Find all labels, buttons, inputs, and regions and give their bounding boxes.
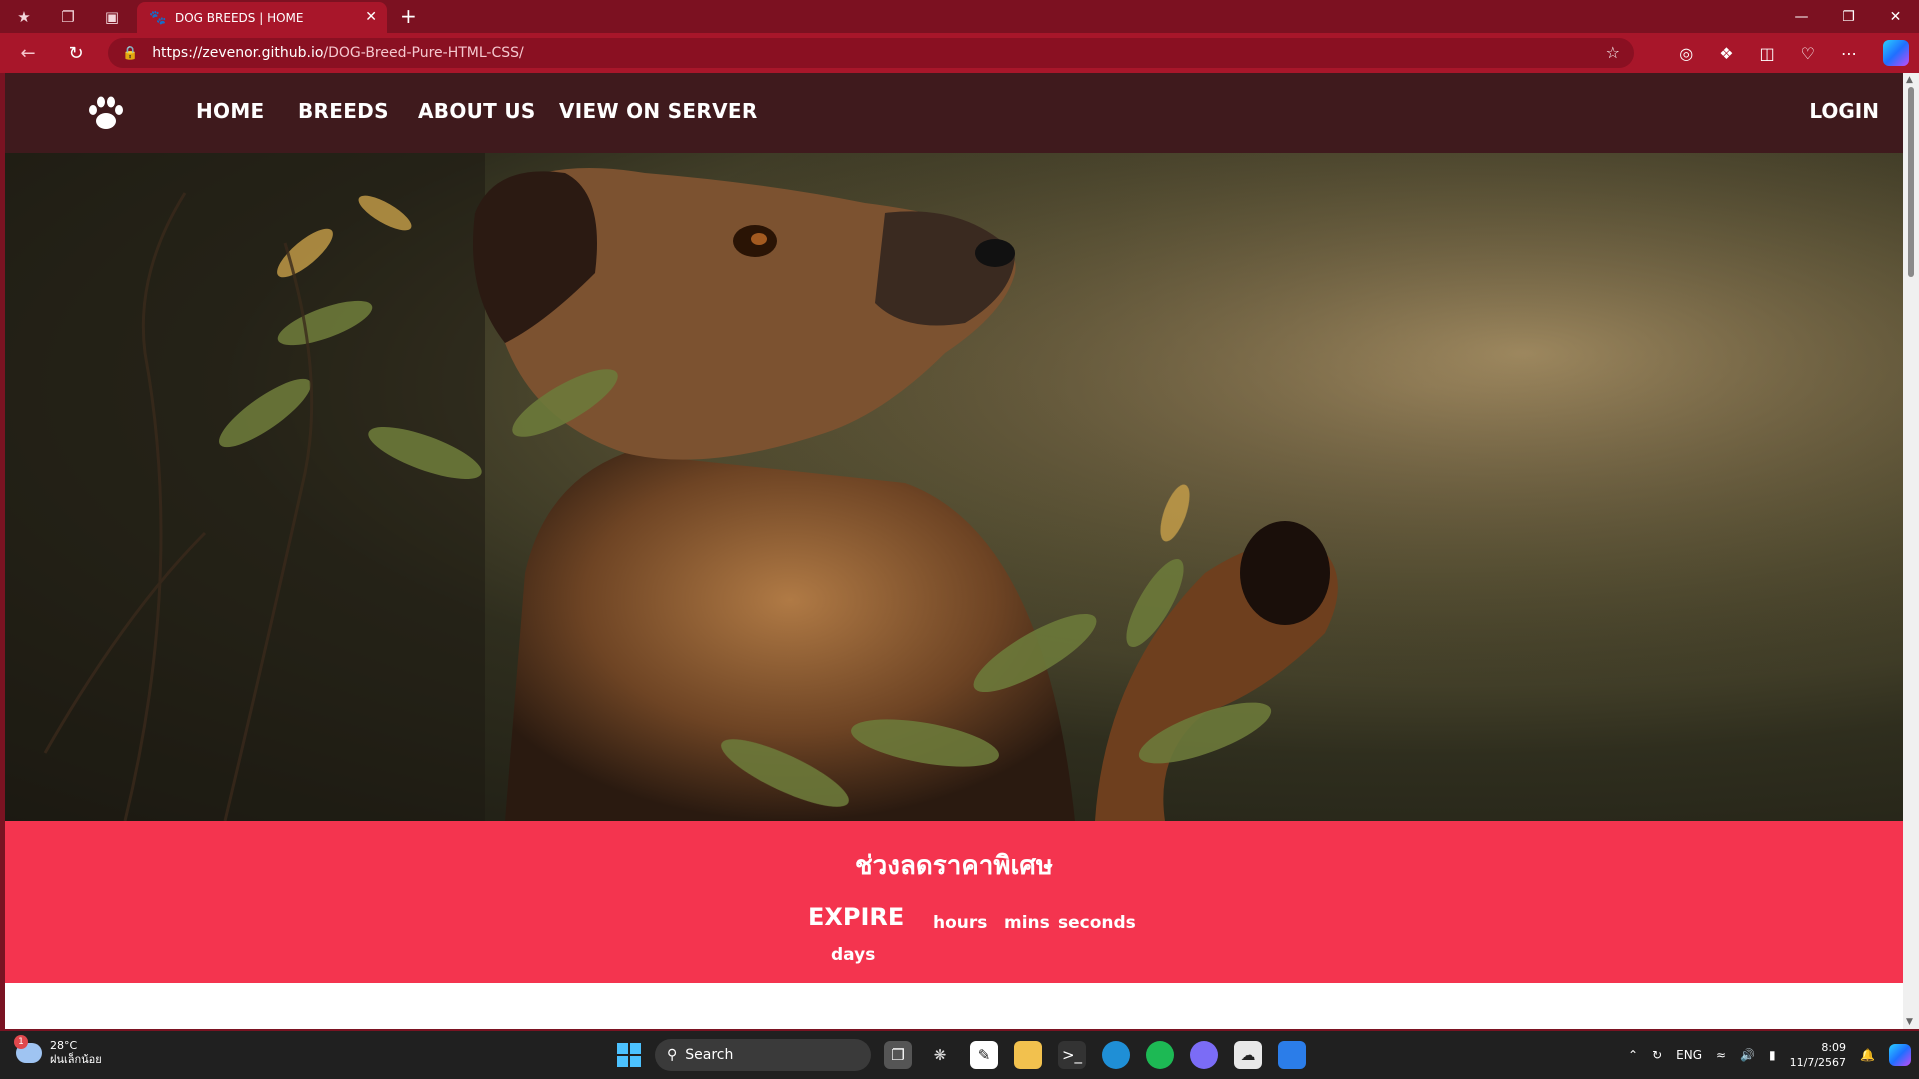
search-icon: ⚲	[667, 1047, 678, 1063]
edge-browser-icon[interactable]	[1102, 1041, 1130, 1069]
extensions-icon[interactable]: ❖	[1719, 44, 1733, 63]
more-icon[interactable]: ⋯	[1841, 44, 1857, 63]
nav-about-us[interactable]: ABOUT US	[418, 99, 536, 123]
nav-view-on-server[interactable]: VIEW ON SERVER	[559, 99, 758, 123]
restore-icon[interactable]: ❐	[1825, 9, 1872, 25]
refresh-icon[interactable]: ↻	[64, 43, 88, 64]
paw-favicon-icon: 🐾	[149, 9, 167, 26]
battery-icon[interactable]: ▮	[1769, 1048, 1776, 1062]
tray-chevron-icon[interactable]: ⌃	[1628, 1048, 1638, 1062]
countdown-hours-label: hours	[933, 913, 988, 933]
app-icon[interactable]: ☁	[1234, 1041, 1262, 1069]
promo-section: ช่วงลดราคาพิเศษ EXPIRE hours mins second…	[5, 821, 1903, 983]
minimize-icon[interactable]: —	[1778, 9, 1825, 25]
clock[interactable]: 8:09 11/7/2567	[1790, 1040, 1846, 1070]
windows-taskbar: 1 28°C ฝนเล็กน้อย ⚲ Search ❐ ❋ ✎ >_ ☁ ⌃ …	[0, 1031, 1919, 1079]
scroll-thumb[interactable]	[1908, 87, 1914, 277]
paw-logo-icon[interactable]	[85, 92, 127, 134]
back-icon[interactable]: ←	[16, 43, 40, 64]
scroll-down-icon[interactable]: ▼	[1906, 1017, 1913, 1027]
notifications-icon[interactable]: 🔔	[1860, 1048, 1875, 1062]
page-scrollbar[interactable]: ▲ ▼	[1903, 73, 1919, 1029]
countdown-mins-label: mins	[1004, 913, 1050, 933]
login-link[interactable]: LOGIN	[1809, 99, 1879, 123]
expire-label: EXPIRE	[808, 903, 905, 931]
chatgpt-icon[interactable]: ❋	[926, 1041, 954, 1069]
promo-title: ช่วงลดราคาพิเศษ	[855, 851, 1053, 881]
url-host: https://zevenor.github.io	[152, 45, 324, 61]
copilot-taskbar-icon[interactable]	[1889, 1044, 1911, 1066]
file-explorer-icon[interactable]	[1014, 1041, 1042, 1069]
clock-date: 11/7/2567	[1789, 1056, 1847, 1069]
sync-icon[interactable]: ↻	[1652, 1048, 1662, 1062]
language-indicator[interactable]: ENG	[1676, 1048, 1702, 1062]
workspaces-icon[interactable]: ❐	[56, 5, 80, 29]
lock-icon[interactable]: 🔒	[122, 46, 138, 61]
countdown-days-label: days	[831, 945, 876, 965]
discord-icon[interactable]	[1190, 1041, 1218, 1069]
wifi-icon[interactable]: ≈	[1716, 1048, 1726, 1062]
volume-icon[interactable]: 🔊	[1740, 1048, 1755, 1062]
weather-widget[interactable]: 1 28°C ฝนเล็กน้อย	[14, 1035, 102, 1067]
nav-breeds[interactable]: BREEDS	[298, 99, 389, 123]
split-screen-icon[interactable]: ◫	[1760, 44, 1775, 63]
url-path: /DOG-Breed-Pure-HTML-CSS/	[323, 45, 524, 61]
start-button-icon[interactable]	[617, 1043, 641, 1067]
tracking-icon[interactable]: ◎	[1679, 44, 1693, 63]
toolbar-actions: ◎ ❖ ◫ ♡ ⋯	[1679, 33, 1909, 73]
cloud-icon: 1	[14, 1035, 42, 1063]
weather-desc: ฝนเล็กน้อย	[50, 1053, 102, 1066]
close-tab-icon[interactable]: ✕	[365, 9, 377, 25]
terminal-icon[interactable]: >_	[1058, 1041, 1086, 1069]
favorite-star-icon[interactable]: ☆	[1606, 43, 1620, 62]
vscode-icon[interactable]	[1278, 1041, 1306, 1069]
close-window-icon[interactable]: ✕	[1872, 9, 1919, 25]
site-navbar: HOME BREEDS ABOUT US VIEW ON SERVER LOGI…	[5, 73, 1903, 153]
profile-icon[interactable]: ★	[12, 5, 36, 29]
copilot-icon[interactable]	[1883, 40, 1909, 66]
dog-photo-illustration	[5, 153, 1903, 821]
browser-tab-strip: ★ ❐ ▣ 🐾 DOG BREEDS | HOME ✕ + — ❐ ✕	[0, 0, 1919, 33]
favorites-icon[interactable]: ♡	[1801, 44, 1815, 63]
address-bar[interactable]: 🔒 https://zevenor.github.io/DOG-Breed-Pu…	[108, 38, 1634, 68]
active-tab[interactable]: 🐾 DOG BREEDS | HOME ✕	[137, 2, 387, 33]
new-tab-icon[interactable]: +	[400, 4, 417, 28]
task-view-icon[interactable]: ❐	[884, 1041, 912, 1069]
nav-home[interactable]: HOME	[196, 99, 265, 123]
taskbar-search[interactable]: ⚲ Search	[655, 1039, 871, 1071]
notes-app-icon[interactable]: ✎	[970, 1041, 998, 1069]
window-controls: — ❐ ✕	[1778, 0, 1919, 33]
clock-time: 8:09	[1821, 1041, 1847, 1054]
tab-title: DOG BREEDS | HOME	[175, 10, 304, 25]
hero-dog-image	[5, 153, 1903, 821]
spotify-icon[interactable]	[1146, 1041, 1174, 1069]
browser-toolbar: ← ↻ 🔒 https://zevenor.github.io/DOG-Bree…	[0, 33, 1919, 73]
tab-actions-icon[interactable]: ▣	[100, 5, 124, 29]
page-viewport: HOME BREEDS ABOUT US VIEW ON SERVER LOGI…	[5, 73, 1903, 1029]
scroll-up-icon[interactable]: ▲	[1906, 75, 1913, 85]
weather-badge: 1	[14, 1035, 28, 1049]
countdown-seconds-label: seconds	[1058, 913, 1136, 933]
search-label: Search	[685, 1047, 734, 1063]
weather-temp: 28°C	[50, 1039, 78, 1052]
system-tray: ⌃ ↻ ENG ≈ 🔊 ▮ 8:09 11/7/2567 🔔	[1628, 1031, 1911, 1079]
